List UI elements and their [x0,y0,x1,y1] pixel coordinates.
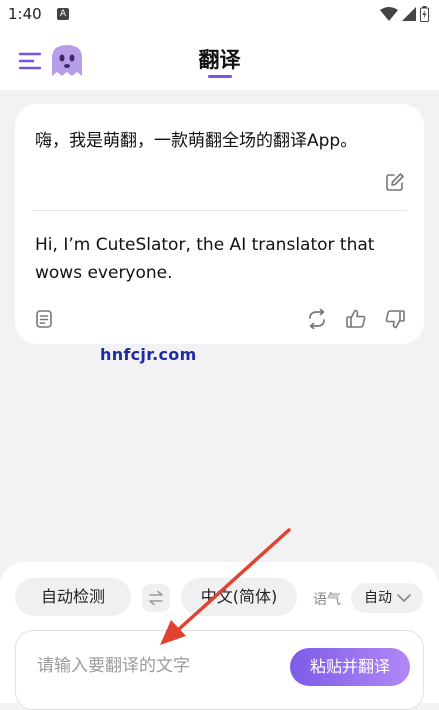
tone-label: 语气 [313,592,341,608]
title-underline [208,75,232,78]
app-bar: 翻译 [0,30,439,90]
chevron-down-icon [397,594,411,602]
paste-and-translate-button[interactable]: 粘贴并翻译 [290,648,410,686]
edit-icon[interactable] [385,172,405,192]
source-language-selector[interactable]: 自动检测 [15,578,131,616]
copy-icon[interactable] [33,308,55,330]
signal-icon [402,7,416,21]
source-text: 嗨，我是萌翻，一款萌翻全场的翻译App。 [35,131,358,151]
swap-languages-button[interactable] [142,584,170,612]
divider [32,210,407,211]
translation-card: 嗨，我是萌翻，一款萌翻全场的翻译App。 Hi, I’m CuteSlator,… [15,104,424,344]
status-time: 1:40 [8,5,42,23]
input-panel: 自动检测 中文(简体) 语气 自动 请输入要翻译的文字 粘贴并翻译 [0,562,439,710]
thumbs-up-icon[interactable] [345,308,367,330]
watermark: hnfcjr.com [100,345,197,364]
tone-value: 自动 [364,590,392,606]
status-icons [380,6,429,22]
status-bar: 1:40 A [0,0,439,30]
swap-icon [149,590,163,606]
battery-icon [420,6,429,22]
target-language-selector[interactable]: 中文(简体) [181,578,297,616]
translation-input[interactable]: 请输入要翻译的文字 粘贴并翻译 [15,630,424,710]
thumbs-down-icon[interactable] [384,308,406,330]
page-title: 翻译 [198,48,241,72]
wifi-icon [380,7,398,21]
tone-selector[interactable]: 自动 [351,583,423,613]
input-placeholder[interactable]: 请输入要翻译的文字 [37,651,190,676]
notification-icon: A [57,8,69,20]
refresh-icon[interactable] [306,308,328,330]
result-text: Hi, I’m CuteSlator, the AI translator th… [35,235,375,283]
